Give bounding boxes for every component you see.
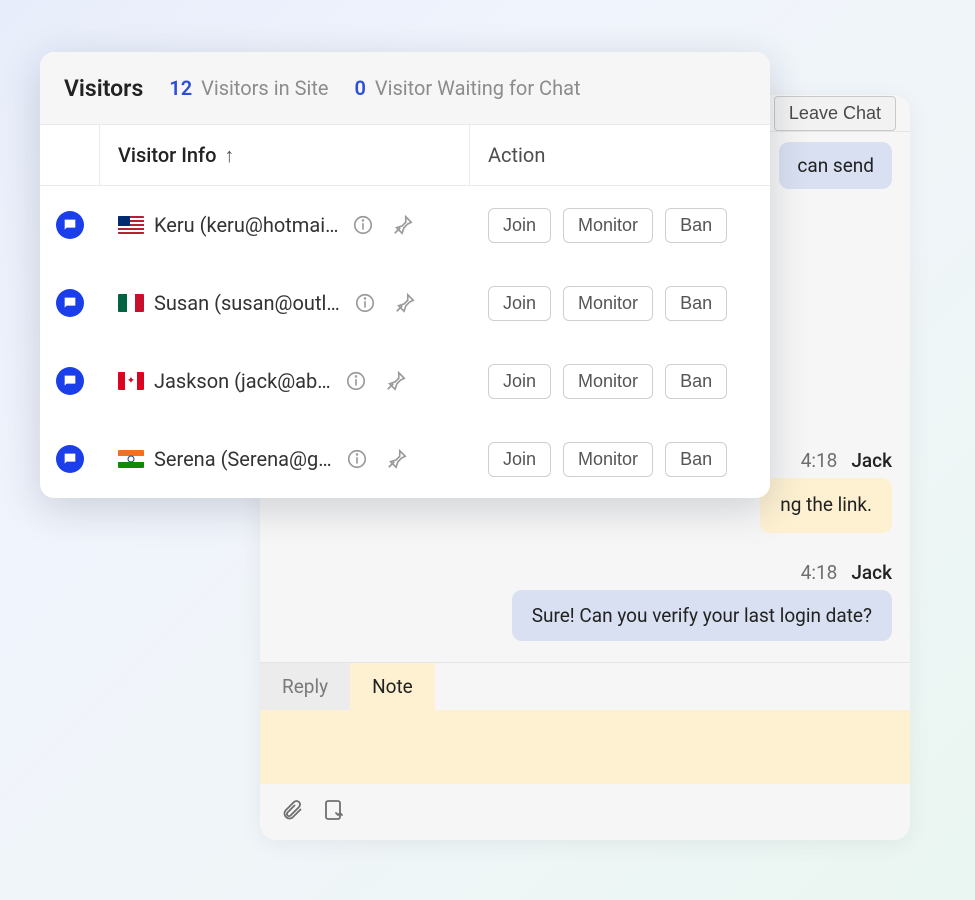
visitors-in-site-count: 12 <box>169 76 192 100</box>
message-sender: Jack <box>851 449 892 472</box>
visitors-table-header: Visitor Info ↑ Action <box>40 124 770 186</box>
pin-icon[interactable] <box>385 370 407 392</box>
chat-status-icon <box>56 445 84 473</box>
ban-button[interactable]: Ban <box>665 208 727 243</box>
join-button[interactable]: Join <box>488 208 551 243</box>
column-action: Action <box>470 125 770 185</box>
join-button[interactable]: Join <box>488 442 551 477</box>
chat-status-icon <box>56 211 84 239</box>
message-sender: Jack <box>851 561 892 584</box>
ban-button[interactable]: Ban <box>665 442 727 477</box>
monitor-button[interactable]: Monitor <box>563 364 653 399</box>
composer: Reply Note <box>260 662 910 840</box>
message-meta: 4:18 Jack <box>801 561 892 584</box>
visitor-name: Keru (keru@hotmai… <box>154 213 338 237</box>
monitor-button[interactable]: Monitor <box>563 286 653 321</box>
tab-note[interactable]: Note <box>350 663 435 710</box>
visitors-waiting-label: Visitor Waiting for Chat <box>375 76 581 100</box>
leave-chat-button[interactable]: Leave Chat <box>774 96 896 131</box>
message-time: 4:18 <box>801 449 838 472</box>
monitor-button[interactable]: Monitor <box>563 208 653 243</box>
pin-icon[interactable] <box>394 292 416 314</box>
composer-textarea[interactable] <box>260 710 910 784</box>
attachment-icon[interactable] <box>280 798 304 826</box>
info-icon[interactable] <box>346 448 368 470</box>
country-flag-icon <box>118 294 144 312</box>
tab-reply[interactable]: Reply <box>260 663 350 710</box>
visitors-title: Visitors <box>64 75 143 102</box>
table-row: Serena (Serena@g… Join Monitor Ban <box>40 420 770 498</box>
table-row: Susan (susan@outl… Join Monitor Ban <box>40 264 770 342</box>
table-row: Keru (keru@hotmai… Join Monitor Ban <box>40 186 770 264</box>
chat-reply-bubble: Sure! Can you verify your last login dat… <box>512 590 892 641</box>
join-button[interactable]: Join <box>488 364 551 399</box>
visitor-name: Serena (Serena@g… <box>154 447 332 471</box>
message-meta: 4:18 Jack <box>801 449 892 472</box>
chat-bubble: can send <box>779 142 892 189</box>
monitor-button[interactable]: Monitor <box>563 442 653 477</box>
visitors-panel: Visitors 12 Visitors in Site 0 Visitor W… <box>40 52 770 498</box>
column-visitor-info[interactable]: Visitor Info ↑ <box>100 125 470 185</box>
visitors-panel-header: Visitors 12 Visitors in Site 0 Visitor W… <box>40 52 770 124</box>
info-icon[interactable] <box>345 370 367 392</box>
message-time: 4:18 <box>801 561 838 584</box>
visitor-name: Susan (susan@outl… <box>154 291 340 315</box>
visitors-waiting-stat: 0 Visitor Waiting for Chat <box>354 76 580 100</box>
country-flag-icon <box>118 450 144 468</box>
visitors-waiting-count: 0 <box>354 76 365 100</box>
pin-icon[interactable] <box>386 448 408 470</box>
info-icon[interactable] <box>352 214 374 236</box>
join-button[interactable]: Join <box>488 286 551 321</box>
ai-suggest-icon[interactable] <box>322 798 346 826</box>
chat-status-icon <box>56 367 84 395</box>
country-flag-icon: ✦ <box>118 372 144 390</box>
visitors-in-site-label: Visitors in Site <box>201 76 328 100</box>
ban-button[interactable]: Ban <box>665 364 727 399</box>
info-icon[interactable] <box>354 292 376 314</box>
composer-toolbar <box>260 784 910 840</box>
sort-asc-icon: ↑ <box>224 143 234 168</box>
ban-button[interactable]: Ban <box>665 286 727 321</box>
visitor-name: Jaskson (jack@ab… <box>154 369 331 393</box>
country-flag-icon <box>118 216 144 234</box>
table-row: ✦ Jaskson (jack@ab… Join Monitor Ban <box>40 342 770 420</box>
chat-status-icon <box>56 289 84 317</box>
composer-tabs: Reply Note <box>260 663 910 710</box>
pin-icon[interactable] <box>392 214 414 236</box>
chat-note-bubble: ng the link. <box>760 478 892 533</box>
visitors-in-site-stat: 12 Visitors in Site <box>169 76 328 100</box>
